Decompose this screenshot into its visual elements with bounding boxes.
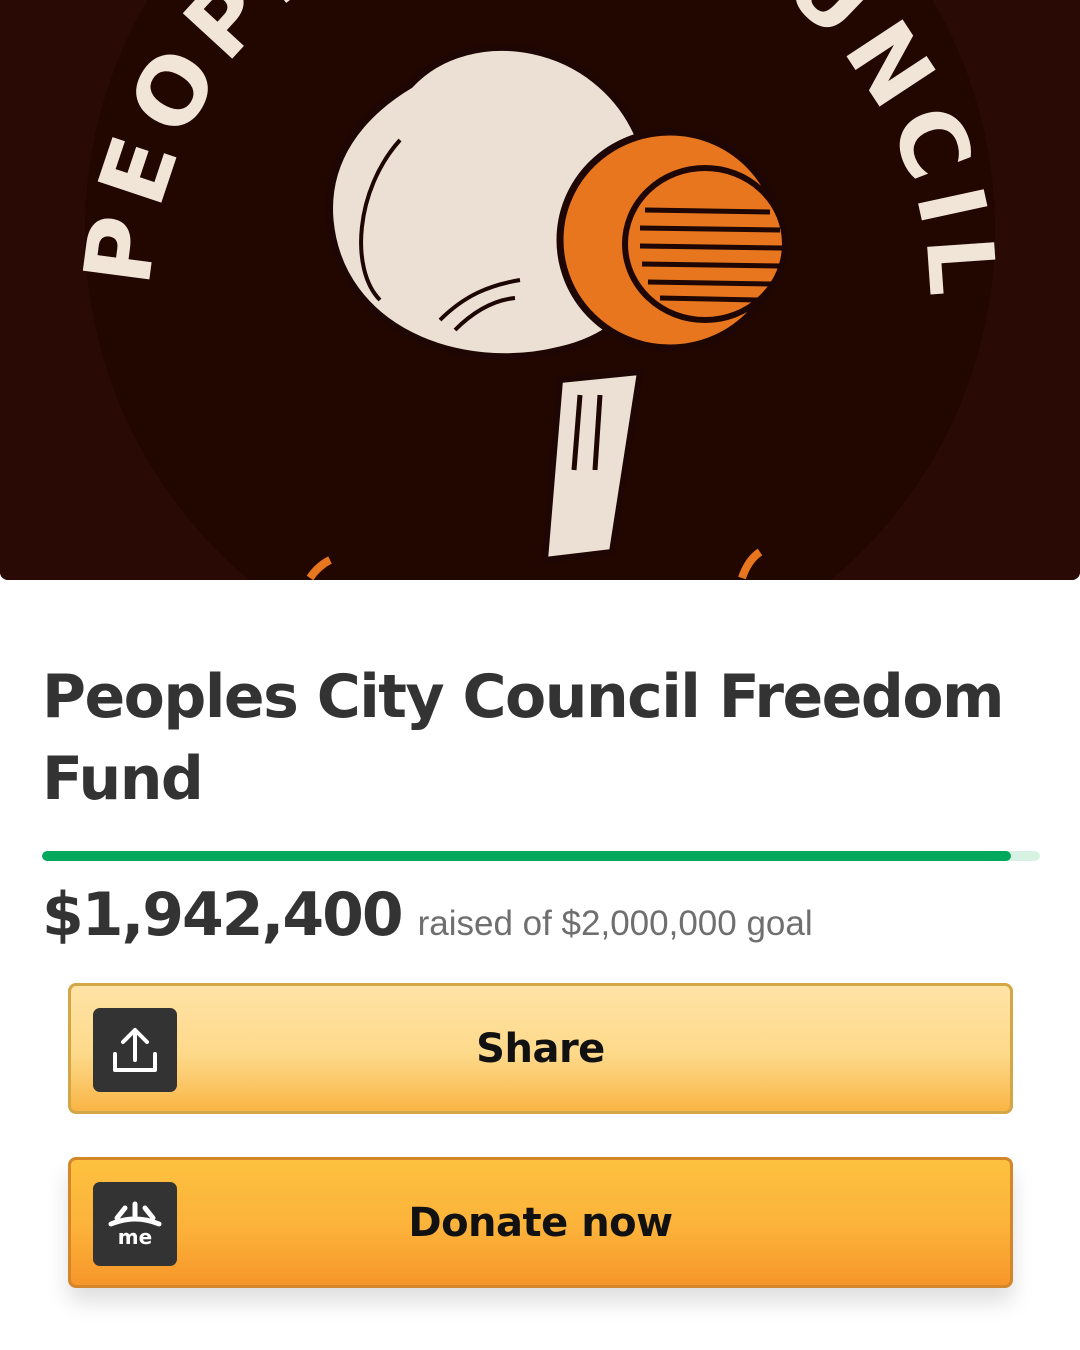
peoples-city-council-logo: PEOPLE UNCIL <box>0 0 1080 580</box>
donate-now-button[interactable]: me Donate now <box>68 1157 1013 1288</box>
goal-text: raised of $2,000,000 goal <box>417 904 813 943</box>
donate-button-label: Donate now <box>408 1199 673 1246</box>
campaign-title: Peoples City Council Freedom Fund <box>42 662 1005 814</box>
funding-progress-fill <box>42 851 1012 861</box>
funding-progress-bar <box>42 851 1040 861</box>
share-upload-icon <box>93 1008 177 1092</box>
amount-raised: $1,942,400 <box>42 880 404 950</box>
campaign-hero-image: PEOPLE UNCIL <box>0 0 1080 580</box>
svg-text:me: me <box>118 1225 152 1249</box>
share-button-label: Share <box>476 1025 605 1072</box>
share-button[interactable]: Share <box>68 983 1013 1114</box>
gofundme-logo-icon: me <box>93 1182 177 1266</box>
funding-summary: $1,942,400 raised of $2,000,000 goal <box>42 880 1042 950</box>
